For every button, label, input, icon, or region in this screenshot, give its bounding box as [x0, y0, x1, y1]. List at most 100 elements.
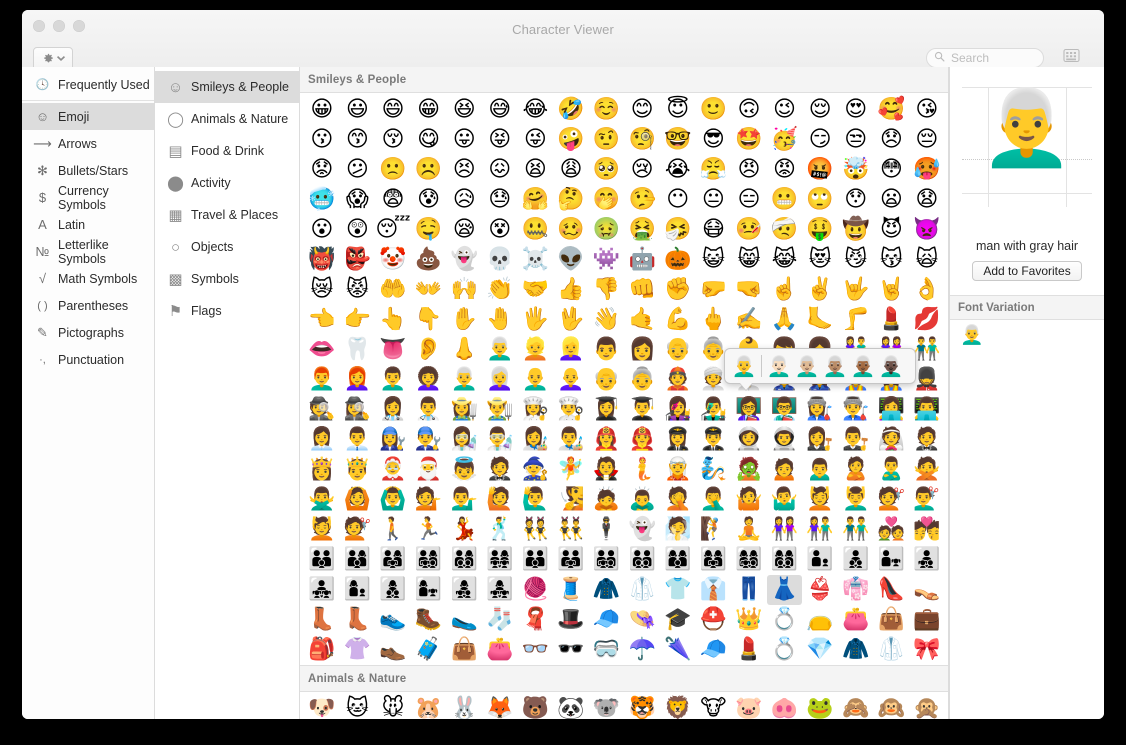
emoji-cell[interactable]: 👩‍✈️ [660, 425, 696, 455]
emoji-cell[interactable]: ✋ [446, 305, 482, 335]
source-item-parentheses[interactable]: ( )Parentheses [22, 292, 154, 319]
emoji-cell[interactable]: 💆 [304, 515, 340, 545]
emoji-cell[interactable]: 👨‍🚒 [624, 425, 660, 455]
emoji-cell[interactable]: 👈 [304, 305, 340, 335]
emoji-cell[interactable]: 🤶 [375, 455, 411, 485]
emoji-cell[interactable]: 👉 [340, 305, 376, 335]
emoji-cell[interactable]: 👨 [589, 335, 625, 365]
emoji-cell[interactable]: 😎 [696, 125, 732, 155]
category-item-flags[interactable]: ⚑Flags [155, 295, 299, 327]
source-item-pictographs[interactable]: ✎Pictographs [22, 319, 154, 346]
emoji-cell[interactable]: 👒 [624, 605, 660, 635]
emoji-cell[interactable]: 🌂 [660, 635, 696, 665]
emoji-cell[interactable]: 🎀 [909, 635, 945, 665]
emoji-cell[interactable]: 😯 [838, 185, 874, 215]
emoji-cell[interactable]: 👨‍👨‍👧 [553, 545, 589, 575]
emoji-cell[interactable]: 👩‍👩‍👦 [660, 545, 696, 575]
emoji-cell[interactable]: 👡 [909, 575, 945, 605]
emoji-cell[interactable]: 👨‍🦳 [446, 365, 482, 395]
emoji-cell[interactable]: 🙌 [446, 275, 482, 305]
emoji-cell[interactable]: 👯‍♂️ [553, 515, 589, 545]
emoji-cell[interactable]: 😥 [446, 185, 482, 215]
add-to-favorites-button[interactable]: Add to Favorites [972, 261, 1081, 281]
emoji-cell[interactable]: 👩‍🚀 [731, 425, 767, 455]
emoji-cell[interactable]: 👨‍🎤 [696, 395, 732, 425]
emoji-cell[interactable]: 👻 [624, 515, 660, 545]
emoji-cell[interactable]: 🎩 [553, 605, 589, 635]
emoji-cell[interactable]: 🙁 [375, 155, 411, 185]
emoji-cell[interactable]: 👆 [375, 305, 411, 335]
emoji-cell[interactable]: 😏 [802, 125, 838, 155]
category-item-travel-places[interactable]: ▦Travel & Places [155, 199, 299, 231]
emoji-cell[interactable]: 👨‍✈️ [696, 425, 732, 455]
emoji-cell[interactable]: 👨‍👨‍👦‍👦 [624, 545, 660, 575]
emoji-cell[interactable]: 👩‍👦‍👦 [375, 575, 411, 605]
emoji-cell[interactable]: 👩‍👧‍👦 [446, 575, 482, 605]
emoji-cell[interactable]: 🧶 [518, 575, 554, 605]
emoji-cell[interactable]: 🐽 [767, 694, 803, 719]
source-item-bullets-stars[interactable]: ✻Bullets/Stars [22, 157, 154, 184]
emoji-cell[interactable]: 💎 [802, 635, 838, 665]
emoji-cell[interactable]: 🕵️‍♀️ [340, 395, 376, 425]
emoji-cell[interactable]: 😀 [304, 95, 340, 125]
emoji-cell[interactable]: 😇 [660, 95, 696, 125]
emoji-cell[interactable]: 💁‍♂️ [446, 485, 482, 515]
emoji-cell[interactable]: 😕 [340, 155, 376, 185]
emoji-cell[interactable]: 💃 [446, 515, 482, 545]
emoji-cell[interactable]: 👨‍🦲 [518, 365, 554, 395]
emoji-cell[interactable]: 👩‍👧‍👧 [482, 575, 518, 605]
emoji-cell[interactable]: 👗 [767, 575, 803, 605]
emoji-cell[interactable]: 🙆‍♂️ [375, 485, 411, 515]
emoji-cell[interactable]: 🤦‍♂️ [696, 485, 732, 515]
emoji-cell[interactable]: 🤘 [874, 275, 910, 305]
emoji-cell[interactable]: 👨‍🦳 [482, 335, 518, 365]
emoji-cell[interactable]: 🧟 [731, 455, 767, 485]
emoji-cell[interactable]: 👾 [589, 245, 625, 275]
emoji-cell[interactable]: 😪 [446, 215, 482, 245]
emoji-cell[interactable]: ✌️ [802, 275, 838, 305]
emoji-cell[interactable]: 😱 [340, 185, 376, 215]
emoji-cell[interactable]: 👻 [446, 245, 482, 275]
emoji-cell[interactable]: ☹️ [411, 155, 447, 185]
emoji-cell[interactable]: 🕴️ [589, 515, 625, 545]
emoji-cell[interactable]: 👱 [518, 335, 554, 365]
emoji-cell[interactable]: 😻 [802, 245, 838, 275]
emoji-cell[interactable]: 👌 [909, 275, 945, 305]
emoji-cell[interactable]: 🤓 [660, 125, 696, 155]
emoji-cell[interactable]: 😜 [518, 125, 554, 155]
source-item-punctuation[interactable]: ·,Punctuation [22, 346, 154, 373]
emoji-cell[interactable]: 🧖 [660, 515, 696, 545]
emoji-cell[interactable]: 👩 [624, 335, 660, 365]
emoji-cell[interactable]: 👩‍👧 [411, 575, 447, 605]
emoji-cell[interactable]: 👨‍💼 [340, 425, 376, 455]
emoji-cell[interactable]: 👩‍🌾 [446, 395, 482, 425]
emoji-cell[interactable]: 👬 [838, 515, 874, 545]
emoji-cell[interactable]: 💄 [731, 635, 767, 665]
emoji-cell[interactable]: 😶 [660, 185, 696, 215]
skin-tone-variant-5[interactable]: 👨🏿‍🦳 [877, 352, 905, 380]
emoji-cell[interactable]: 👨‍👧‍👦 [909, 545, 945, 575]
emoji-cell[interactable]: 🤚 [482, 305, 518, 335]
emoji-cell[interactable]: 👨‍👨‍👦 [518, 545, 554, 575]
emoji-cell[interactable]: 👅 [375, 335, 411, 365]
emoji-cell[interactable]: 🥴 [553, 215, 589, 245]
emoji-cell[interactable]: 🐶 [304, 694, 340, 719]
emoji-cell[interactable]: 😲 [340, 215, 376, 245]
emoji-cell[interactable]: ☺️ [589, 95, 625, 125]
emoji-cell[interactable]: 🙅 [909, 455, 945, 485]
emoji-cell[interactable]: 👨‍🔬 [482, 425, 518, 455]
emoji-cell[interactable]: 👝 [802, 605, 838, 635]
emoji-cell[interactable]: 👨‍🏫 [767, 395, 803, 425]
emoji-cell[interactable]: 🐨 [589, 694, 625, 719]
emoji-cell[interactable]: 🥵 [909, 155, 945, 185]
emoji-cell[interactable]: 😰 [411, 185, 447, 215]
emoji-cell[interactable]: 🦊 [482, 694, 518, 719]
emoji-cell[interactable]: 🤴 [340, 455, 376, 485]
emoji-cell[interactable]: 😆 [446, 95, 482, 125]
emoji-cell[interactable]: 👘 [838, 575, 874, 605]
emoji-cell[interactable]: 🙎 [838, 455, 874, 485]
emoji-cell[interactable]: 🤙 [624, 305, 660, 335]
emoji-cell[interactable]: 🙃 [731, 95, 767, 125]
emoji-cell[interactable]: 😭 [660, 155, 696, 185]
emoji-cell[interactable]: 🙆 [340, 485, 376, 515]
